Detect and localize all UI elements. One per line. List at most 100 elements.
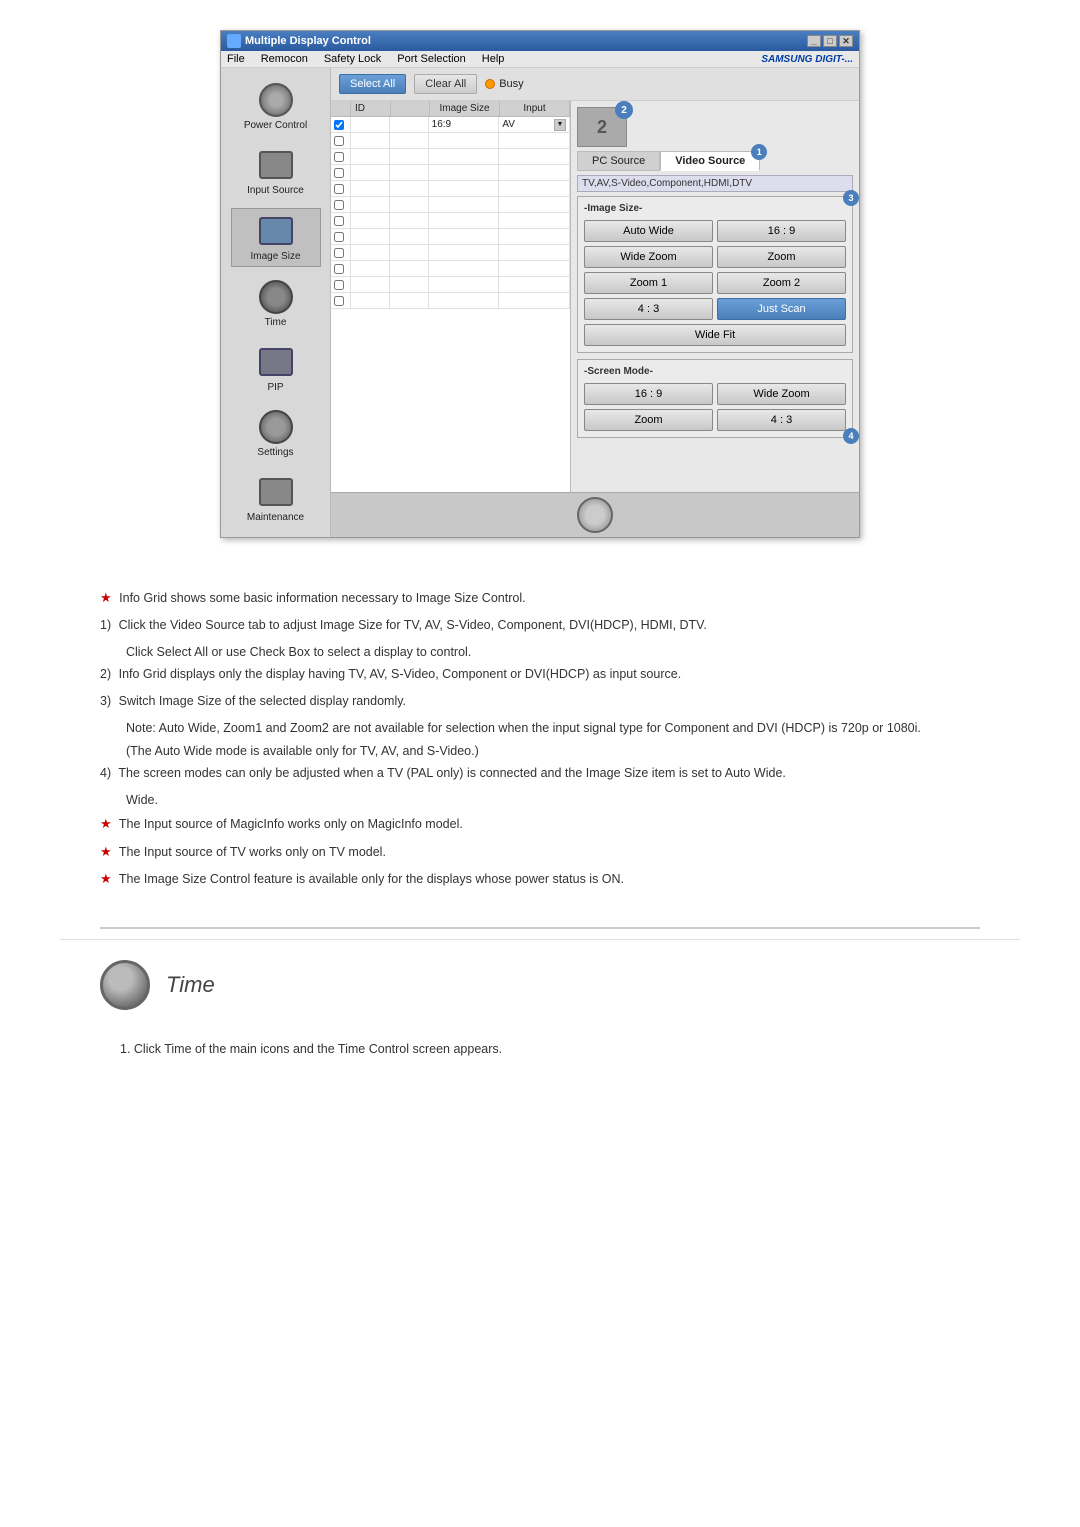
row-checkbox[interactable] — [334, 184, 344, 194]
menu-port-selection[interactable]: Port Selection — [397, 53, 465, 65]
settings-icon — [259, 410, 293, 444]
note-number-2: 2) — [100, 667, 111, 681]
btn-just-scan[interactable]: Just Scan — [717, 298, 846, 320]
sidebar-item-power[interactable]: Power Control — [231, 78, 321, 135]
btn-sm-zoom[interactable]: Zoom — [584, 409, 713, 431]
menu-help[interactable]: Help — [482, 53, 505, 65]
sidebar-item-pip[interactable]: PIP — [231, 340, 321, 397]
close-button[interactable]: ✕ — [839, 35, 853, 47]
btn-zoom-1[interactable]: Zoom 1 — [584, 272, 713, 294]
row-checkbox[interactable] — [334, 200, 344, 210]
divider — [100, 927, 980, 929]
row-input-cell: AV ▼ — [499, 117, 570, 132]
sidebar-item-image-size[interactable]: Image Size — [231, 208, 321, 267]
table-row — [331, 149, 570, 165]
row-checkbox[interactable] — [334, 152, 344, 162]
row-checkbox[interactable] — [334, 136, 344, 146]
main-panel: Select All Clear All Busy ID — [331, 68, 859, 537]
row-checkbox[interactable] — [334, 264, 344, 274]
row-checkbox[interactable] — [334, 280, 344, 290]
note-star-2: ★ The Input source of MagicInfo works on… — [100, 814, 980, 834]
table-row — [331, 293, 570, 309]
row-checkbox[interactable] — [334, 120, 344, 130]
tab-pc-source[interactable]: PC Source — [577, 151, 660, 171]
btn-wide-fit[interactable]: Wide Fit — [584, 324, 846, 346]
note-text-star-2: The Input source of MagicInfo works only… — [119, 817, 463, 831]
note-2: 2) Info Grid displays only the display h… — [100, 665, 980, 684]
sidebar-item-input[interactable]: Input Source — [231, 143, 321, 200]
note-text-star-1: Info Grid shows some basic information n… — [119, 591, 525, 605]
note-star-1: ★ Info Grid shows some basic information… — [100, 588, 980, 608]
tab-bar: PC Source Video Source 1 — [577, 151, 853, 171]
content-area: ID Image Size Input 16:9 — [331, 101, 859, 492]
menu-remocon[interactable]: Remocon — [261, 53, 308, 65]
bottom-bar — [331, 492, 859, 537]
time-section: Time — [60, 939, 1020, 1030]
maintenance-icon — [259, 478, 293, 506]
note-3-sub3: (The Auto Wide mode is available only fo… — [126, 742, 980, 761]
sidebar-label-input: Input Source — [247, 185, 304, 196]
table-row — [331, 213, 570, 229]
menu-safety-lock[interactable]: Safety Lock — [324, 53, 381, 65]
apply-button[interactable] — [577, 497, 613, 533]
grid-col-check-header — [331, 101, 351, 116]
time-section-title: Time — [166, 972, 215, 998]
sidebar-item-time[interactable]: Time — [231, 275, 321, 332]
table-row — [331, 133, 570, 149]
note-4-indent: Wide. — [126, 791, 980, 810]
row-checkbox[interactable] — [334, 232, 344, 242]
circle-3-badge: 3 — [843, 190, 859, 206]
circle-2-badge: 2 — [615, 101, 633, 119]
btn-16-9[interactable]: 16 : 9 — [717, 220, 846, 242]
pip-icon-wrapper — [256, 344, 296, 380]
sidebar-label-image-size: Image Size — [250, 251, 300, 262]
btn-wide-zoom[interactable]: Wide Zoom — [584, 246, 713, 268]
table-row — [331, 229, 570, 245]
row-checkbox[interactable] — [334, 296, 344, 306]
select-all-button[interactable]: Select All — [339, 74, 406, 94]
table-row — [331, 245, 570, 261]
busy-indicator: Busy — [485, 78, 523, 90]
table-row: 16:9 AV ▼ — [331, 117, 570, 133]
note-text-3: Switch Image Size of the selected displa… — [119, 694, 406, 708]
app-icon — [227, 34, 241, 48]
note-text-4: The screen modes can only be adjusted wh… — [118, 766, 786, 780]
btn-4-3[interactable]: 4 : 3 — [584, 298, 713, 320]
note-number-4: 4) — [100, 766, 111, 780]
row-checkbox-cell — [331, 133, 351, 148]
sidebar-item-settings[interactable]: Settings — [231, 405, 321, 462]
grid-col-input-header: Input — [500, 101, 570, 116]
note-text-1: Click the Video Source tab to adjust Ima… — [119, 618, 707, 632]
sidebar-item-maintenance[interactable]: Maintenance — [231, 470, 321, 527]
row-checkbox[interactable] — [334, 248, 344, 258]
time-icon — [259, 280, 293, 314]
btn-sm-wide-zoom[interactable]: Wide Zoom — [717, 383, 846, 405]
input-dropdown-arrow[interactable]: ▼ — [554, 119, 566, 131]
maximize-button[interactable]: □ — [823, 35, 837, 47]
menu-file[interactable]: File — [227, 53, 245, 65]
row-id-cell — [351, 117, 390, 132]
btn-sm-16-9[interactable]: 16 : 9 — [584, 383, 713, 405]
power-icon-wrapper — [256, 82, 296, 118]
sidebar-label-maintenance: Maintenance — [247, 512, 304, 523]
title-bar-controls: _ □ ✕ — [807, 35, 853, 47]
title-bar: Multiple Display Control _ □ ✕ — [221, 31, 859, 51]
btn-auto-wide[interactable]: Auto Wide — [584, 220, 713, 242]
tab-video-source[interactable]: Video Source 1 — [660, 151, 760, 171]
row-checkbox[interactable] — [334, 216, 344, 226]
clear-all-button[interactable]: Clear All — [414, 74, 477, 94]
table-row — [331, 197, 570, 213]
input-icon-wrapper — [256, 147, 296, 183]
star-icon-2: ★ — [100, 816, 112, 831]
page-container: Multiple Display Control _ □ ✕ File Remo… — [0, 0, 1080, 1099]
pip-icon — [259, 348, 293, 376]
btn-zoom[interactable]: Zoom — [717, 246, 846, 268]
note-3: 3) Switch Image Size of the selected dis… — [100, 692, 980, 711]
minimize-button[interactable]: _ — [807, 35, 821, 47]
btn-zoom-2[interactable]: Zoom 2 — [717, 272, 846, 294]
row-checkbox[interactable] — [334, 168, 344, 178]
sidebar-label-time: Time — [265, 317, 287, 328]
screen-mode-button-grid: 16 : 9 Wide Zoom Zoom 4 : 3 — [584, 383, 846, 431]
btn-sm-4-3[interactable]: 4 : 3 — [717, 409, 846, 431]
image-size-icon-wrapper — [256, 213, 296, 249]
